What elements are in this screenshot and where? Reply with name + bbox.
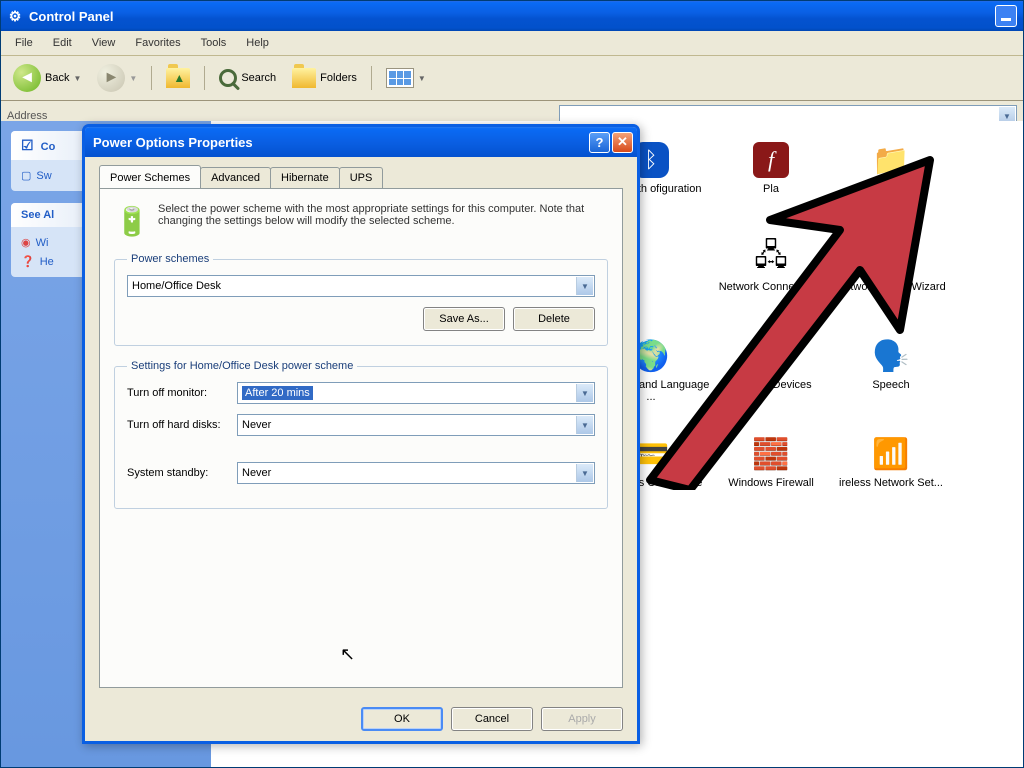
power-options-dialog: Power Options Properties ? ✕ Power Schem…	[82, 124, 640, 744]
dropdown-icon: ▼	[576, 277, 593, 295]
folders-icon	[292, 68, 316, 88]
hdd-value: Never	[242, 419, 271, 431]
dropdown-icon: ▼	[576, 416, 593, 434]
cp-item-speech[interactable]: 🗣️Speech	[831, 337, 951, 427]
tab-panel: 🔋 Select the power scheme with the most …	[99, 188, 623, 688]
dropdown-icon: ▼	[576, 464, 593, 482]
folder-options-icon: 📁	[872, 141, 910, 179]
sounds-icon: 🔉	[752, 337, 790, 375]
dialog-titlebar: Power Options Properties ? ✕	[85, 127, 637, 157]
power-scheme-select[interactable]: Home/Office Desk ▼	[127, 275, 595, 297]
views-button[interactable]: ▼	[380, 64, 432, 92]
monitor-select[interactable]: After 20 mins ▼	[237, 382, 595, 404]
cp-item-firewall[interactable]: 🧱Windows Firewall	[711, 435, 831, 525]
network-setup-icon: 🏠	[872, 239, 910, 277]
hdd-row: Turn off hard disks: Never ▼	[127, 414, 595, 436]
scheme-settings-legend: Settings for Home/Office Desk power sche…	[127, 360, 357, 372]
hdd-label: Turn off hard disks:	[127, 419, 237, 431]
flash-icon: f	[752, 141, 790, 179]
ok-button[interactable]: OK	[361, 707, 443, 731]
folders-label: Folders	[320, 72, 357, 84]
menu-help[interactable]: Help	[236, 33, 279, 53]
help-icon: ❓	[21, 255, 35, 268]
menu-view[interactable]: View	[82, 33, 126, 53]
fwd-drop-icon: ▼	[129, 74, 137, 83]
checklist-icon: ☑	[21, 137, 34, 153]
views-drop-icon: ▼	[418, 74, 426, 83]
menu-favorites[interactable]: Favorites	[125, 33, 190, 53]
cancel-button[interactable]: Cancel	[451, 707, 533, 731]
menu-edit[interactable]: Edit	[43, 33, 82, 53]
standby-select[interactable]: Never ▼	[237, 462, 595, 484]
windows-update-icon: ◉	[21, 236, 31, 249]
cp-item-folder-opts[interactable]: 📁	[831, 141, 951, 231]
power-schemes-legend: Power schemes	[127, 253, 213, 265]
menu-tools[interactable]: Tools	[191, 33, 237, 53]
main-titlebar: ⚙ Control Panel	[1, 1, 1023, 31]
dialog-help-button[interactable]: ?	[589, 132, 610, 153]
cp-item-flash[interactable]: fPla	[711, 141, 831, 231]
back-button[interactable]: ◄ Back ▼	[7, 60, 87, 96]
back-icon: ◄	[13, 64, 41, 92]
minimize-button[interactable]	[995, 5, 1017, 27]
cursor-icon: ↖	[340, 644, 355, 665]
search-label: Search	[241, 72, 276, 84]
speech-icon: 🗣️	[872, 337, 910, 375]
dropdown-icon: ▼	[576, 384, 593, 402]
search-button[interactable]: Search	[213, 65, 282, 91]
control-panel-icon: ⚙	[7, 8, 23, 24]
tab-hibernate[interactable]: Hibernate	[270, 167, 340, 188]
menubar: File Edit View Favorites Tools Help	[1, 31, 1023, 56]
delete-button[interactable]: Delete	[513, 307, 595, 331]
cp-item-sounds[interactable]: 🔉nds and Devices	[711, 337, 831, 427]
scheme-description-text: Select the power scheme with the most ap…	[158, 203, 608, 239]
forward-button[interactable]: ► ▼	[91, 60, 143, 96]
standby-value: Never	[242, 467, 271, 479]
up-button[interactable]: ▲	[160, 64, 196, 92]
dialog-footer: OK Cancel Apply	[85, 697, 637, 741]
cp-item-wireless[interactable]: 📶ireless Network Set...	[831, 435, 951, 525]
standby-row: System standby: Never ▼	[127, 462, 595, 484]
cp-item-network-setup[interactable]: 🏠Network Setup Wizard	[831, 239, 951, 329]
network-conn-icon: 🖧	[752, 239, 790, 277]
monitor-value: After 20 mins	[242, 386, 313, 400]
monitor-label: Turn off monitor:	[127, 387, 237, 399]
tab-power-schemes[interactable]: Power Schemes	[99, 165, 201, 188]
toolbar-separator-3	[371, 66, 372, 90]
apply-button[interactable]: Apply	[541, 707, 623, 731]
power-scheme-value: Home/Office Desk	[132, 280, 221, 292]
monitor-row: Turn off monitor: After 20 mins ▼	[127, 382, 595, 404]
dialog-title: Power Options Properties	[93, 135, 253, 150]
folder-up-icon: ▲	[166, 68, 190, 88]
folders-button[interactable]: Folders	[286, 64, 363, 92]
back-label: Back	[45, 72, 69, 84]
forward-icon: ►	[97, 64, 125, 92]
toolbar-separator-2	[204, 66, 205, 90]
standby-label: System standby:	[127, 467, 237, 479]
power-schemes-group: Power schemes Home/Office Desk ▼ Save As…	[114, 253, 608, 346]
tab-advanced[interactable]: Advanced	[200, 167, 271, 188]
dialog-close-button[interactable]: ✕	[612, 132, 633, 153]
scheme-settings-group: Settings for Home/Office Desk power sche…	[114, 360, 608, 509]
search-icon	[219, 69, 237, 87]
window-title: Control Panel	[29, 9, 114, 24]
save-as-button[interactable]: Save As...	[423, 307, 505, 331]
tab-row: Power Schemes Advanced Hibernate UPS	[99, 167, 623, 188]
toolbar-separator	[151, 66, 152, 90]
cp-item-network-conn[interactable]: 🖧Network Connections	[711, 239, 831, 329]
back-drop-icon: ▼	[73, 74, 81, 83]
menu-file[interactable]: File	[5, 33, 43, 53]
wireless-icon: 📶	[872, 435, 910, 473]
dialog-body: Power Schemes Advanced Hibernate UPS 🔋 S…	[85, 157, 637, 698]
tab-ups[interactable]: UPS	[339, 167, 384, 188]
firewall-icon: 🧱	[752, 435, 790, 473]
views-icon	[386, 68, 414, 88]
battery-plug-icon: 🔋	[114, 203, 150, 239]
hdd-select[interactable]: Never ▼	[237, 414, 595, 436]
toolbar: ◄ Back ▼ ► ▼ ▲ Search Folders ▼	[1, 56, 1023, 101]
scheme-description: 🔋 Select the power scheme with the most …	[114, 203, 608, 239]
switch-icon: ▢	[21, 169, 31, 182]
